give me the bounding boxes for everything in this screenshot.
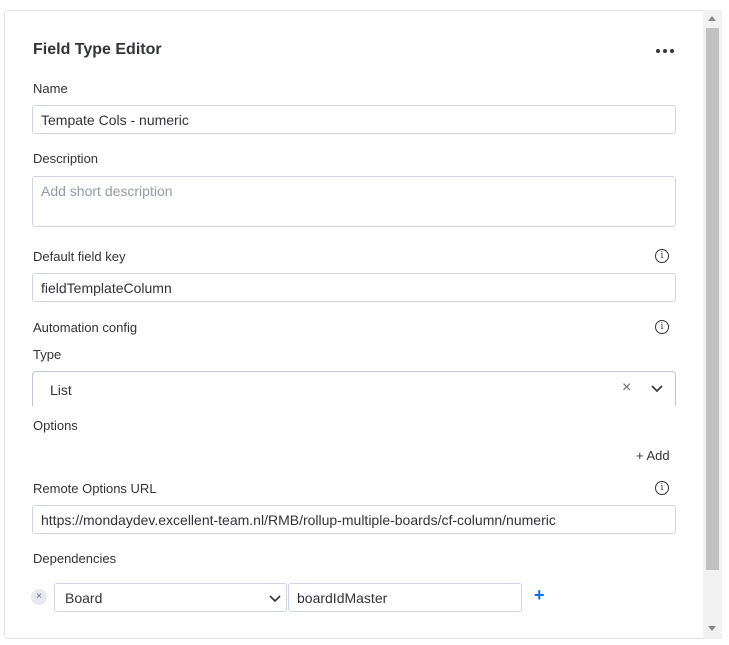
description-textarea[interactable]: Add short description <box>32 176 676 227</box>
name-input[interactable]: Tempate Cols - numeric <box>32 105 676 134</box>
more-horizontal-icon[interactable] <box>656 44 680 58</box>
page-title: Field Type Editor <box>33 41 162 58</box>
chevron-down-icon[interactable] <box>267 590 283 606</box>
name-label: Name <box>33 81 68 96</box>
default-field-key-input[interactable]: fieldTemplateColumn <box>32 273 676 302</box>
type-select[interactable]: List × <box>32 371 676 406</box>
scroll-down-icon[interactable] <box>708 626 716 631</box>
add-option-button[interactable]: + Add <box>636 448 670 463</box>
type-label: Type <box>33 347 62 362</box>
info-icon[interactable]: i <box>655 320 669 334</box>
info-icon[interactable]: i <box>655 249 669 263</box>
remote-options-url-input[interactable]: https://mondaydev.excellent-team.nl/RMB/… <box>32 505 676 534</box>
default-field-key-label: Default field key <box>33 249 126 264</box>
dependency-select-value: Board <box>65 590 103 606</box>
type-select-value: List <box>50 382 72 398</box>
info-icon[interactable]: i <box>655 481 669 495</box>
clear-icon[interactable]: × <box>622 379 631 397</box>
dependency-key-input[interactable]: boardIdMaster <box>288 583 522 612</box>
scrollbar-thumb[interactable] <box>706 28 719 570</box>
automation-config-label: Automation config <box>33 320 138 335</box>
options-label: Options <box>33 418 78 433</box>
remove-dependency-icon[interactable]: × <box>31 589 47 605</box>
dependencies-label: Dependencies <box>33 551 117 566</box>
dependency-select[interactable]: Board <box>54 583 287 612</box>
add-dependency-button[interactable]: + <box>534 585 545 606</box>
description-label: Description <box>33 151 99 166</box>
scroll-up-icon[interactable] <box>708 16 716 21</box>
chevron-down-icon[interactable] <box>649 380 665 396</box>
remote-options-url-label: Remote Options URL <box>33 481 157 496</box>
